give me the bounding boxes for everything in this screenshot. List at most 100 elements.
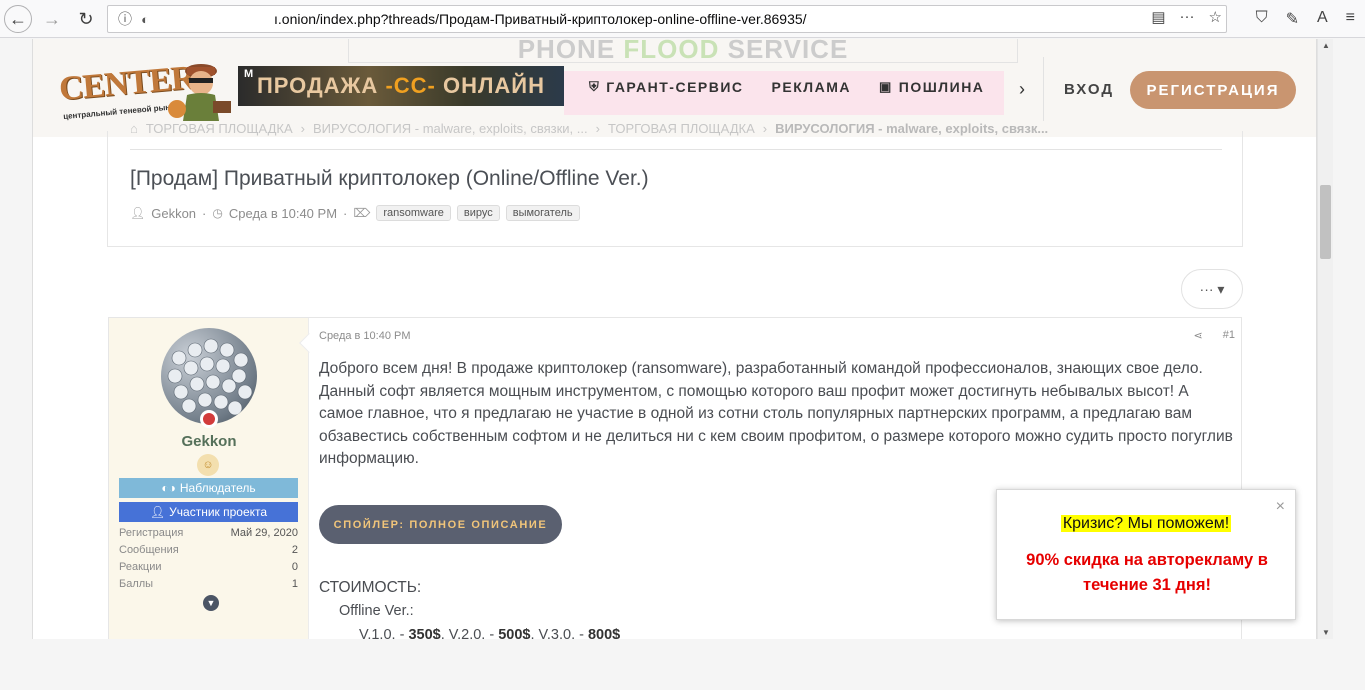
nav-label: ПОШЛИНА xyxy=(898,79,985,95)
page-actions-icon[interactable]: ··· xyxy=(1180,8,1195,26)
role-badge-observer: ◐◑ Наблюдатель xyxy=(119,478,298,498)
share-icon[interactable]: ⋖ xyxy=(1194,329,1203,342)
stat-value: 1 xyxy=(291,578,298,590)
back-arrow-icon[interactable]: ← xyxy=(4,5,32,33)
url-text[interactable]: ı.onion/index.php?threads/Продам-Приватн… xyxy=(274,11,807,27)
post-date[interactable]: Среда в 10:40 PM xyxy=(319,330,411,342)
tag[interactable]: вымогатель xyxy=(505,205,580,221)
mask-icon: ◐◑ xyxy=(161,481,176,495)
stat-row: Реакции 0 xyxy=(119,561,298,578)
popup-offer[interactable]: 90% скидка на авторекламу в течение 31 д… xyxy=(1007,548,1287,598)
login-link[interactable]: ВХОД xyxy=(1064,81,1114,98)
thread-header: [Продам] Приватный криптолокер (Online/O… xyxy=(107,131,1243,247)
clock-icon: ◷ xyxy=(212,206,223,220)
price-subheading: Offline Ver.: xyxy=(339,603,414,619)
browser-toolbar: ← → ↻ ⓘ ◐ ı.onion/index.php?threads/Прод… xyxy=(0,0,1365,38)
scrollbar[interactable]: ▲ ▼ xyxy=(1317,39,1333,639)
noscript-icon[interactable]: ✎ xyxy=(1286,9,1299,29)
page-title: [Продам] Приватный криптолокер (Online/O… xyxy=(130,167,649,190)
popup-title: Кризис? Мы поможем! xyxy=(997,515,1295,533)
banner-text: PHONE xyxy=(517,39,624,64)
post-number[interactable]: #1 xyxy=(1223,329,1235,342)
tracking-protection-icon[interactable]: ◐ xyxy=(136,12,154,27)
stat-value: 0 xyxy=(291,561,298,573)
shield-check-icon: ⛨ xyxy=(589,79,601,94)
promo-text-cc: -CC- xyxy=(385,73,436,98)
users-icon: 👤︎ xyxy=(149,505,166,519)
stat-value: 2 xyxy=(291,544,298,556)
banner-text-green: FLOOD xyxy=(623,39,720,64)
divider xyxy=(1043,57,1044,121)
ad-popup: × Кризис? Мы поможем! 90% скидка на авто… xyxy=(996,489,1296,620)
promo-mini-text: M xyxy=(244,68,254,80)
scroll-up-icon[interactable]: ▲ xyxy=(1322,41,1330,50)
reload-icon[interactable]: ↻ xyxy=(72,5,100,33)
nav-item-guarantee[interactable]: ⛨ ГАРАНТ-СЕРВИС xyxy=(589,79,744,95)
promo-text-a: ПРОДАЖА xyxy=(256,73,386,98)
post-user-info: Gekkon ☺ ◐◑ Наблюдатель 👤︎ Участник проект… xyxy=(109,318,309,639)
money-icon: ▣ xyxy=(878,79,893,94)
forward-arrow-icon[interactable]: → xyxy=(38,5,66,33)
more-options-button[interactable]: ··· ▾ xyxy=(1181,269,1243,309)
close-icon[interactable]: × xyxy=(1276,498,1285,516)
price-value: 350$ xyxy=(408,627,441,639)
role-label: Участник проекта xyxy=(169,505,268,519)
page-bottom xyxy=(0,639,1365,690)
popup-title-text: Кризис? Мы поможем! xyxy=(1060,515,1232,532)
post-actions: ⋖ #1 xyxy=(1194,329,1235,342)
promo-text: ПРОДАЖА -CC- ОНЛАЙН xyxy=(257,73,545,99)
translate-icon[interactable]: A xyxy=(1317,9,1328,29)
scroll-down-icon[interactable]: ▼ xyxy=(1322,628,1330,637)
stat-row: Сообщения 2 xyxy=(119,544,298,561)
nav-item-ads[interactable]: РЕКЛАМА xyxy=(772,79,851,95)
spoiler-button[interactable]: СПОЙЛЕР: ПОЛНОЕ ОПИСАНИЕ xyxy=(319,505,562,544)
main-nav: ⛨ ГАРАНТ-СЕРВИС РЕКЛАМА ▣ ПОШЛИНА xyxy=(589,79,984,95)
site-logo[interactable]: CENTER центральный теневой рынок xyxy=(55,57,235,127)
price-label: V.1.0. - xyxy=(359,627,409,639)
scroll-thumb[interactable] xyxy=(1320,185,1331,259)
bookmark-star-icon[interactable]: ☆ xyxy=(1209,8,1222,26)
register-button[interactable]: РЕГИСТРАЦИЯ xyxy=(1130,71,1296,109)
price-value: 500$ xyxy=(498,627,531,639)
sale-cc-banner[interactable]: M ПРОДАЖА -CC- ОНЛАЙН xyxy=(238,66,564,106)
divider xyxy=(130,149,1222,150)
thread-author[interactable]: Gekkon xyxy=(151,206,196,221)
banner-text-end: SERVICE xyxy=(719,39,849,64)
stat-label: Реакции xyxy=(119,561,162,573)
post-username[interactable]: Gekkon xyxy=(109,433,309,450)
stat-label: Регистрация xyxy=(119,527,184,539)
price-line: V.1.0. - 350$, V.2.0. - 500$, V.3.0. - 8… xyxy=(359,627,620,639)
thread-meta: 👤︎ Gekkon · ◷ Среда в 10:40 PM · ⌦ ranso… xyxy=(130,205,580,221)
stat-label: Баллы xyxy=(119,578,154,590)
user-stats: Регистрация Май 29, 2020 Сообщения 2 Реакц… xyxy=(119,527,298,595)
tags-icon: ⌦ xyxy=(353,206,371,220)
thread-date[interactable]: Среда в 10:40 PM xyxy=(229,206,337,221)
online-status-icon xyxy=(200,410,218,428)
address-bar[interactable]: ⓘ ◐ ı.onion/index.php?threads/Продам-При… xyxy=(107,5,1227,33)
stat-value: Май 29, 2020 xyxy=(230,527,298,539)
nav-label: ГАРАНТ-СЕРВИС xyxy=(606,79,744,95)
nav-next-icon[interactable]: › xyxy=(1019,79,1025,100)
tag[interactable]: ransomware xyxy=(376,205,451,221)
nav-label: РЕКЛАМА xyxy=(771,79,851,95)
user-icon: 👤︎ xyxy=(130,206,146,220)
stat-label: Сообщения xyxy=(119,544,179,556)
nav-item-fee[interactable]: ▣ ПОШЛИНА xyxy=(879,79,984,95)
stat-row: Баллы 1 xyxy=(119,578,298,595)
info-icon[interactable]: ⓘ xyxy=(114,9,136,29)
stat-row: Регистрация Май 29, 2020 xyxy=(119,527,298,544)
shield-icon[interactable]: ⛉ xyxy=(1256,9,1268,29)
flood-service-banner[interactable]: PHONE FLOOD SERVICE xyxy=(348,39,1018,64)
trophy-badge-icon[interactable]: ☺ xyxy=(197,454,219,476)
tag[interactable]: вирус xyxy=(456,205,500,221)
chevron-down-icon[interactable]: ▼ xyxy=(203,595,219,611)
promo-text-b: ОНЛАЙН xyxy=(435,73,546,98)
role-badge-member: 👤︎ Участник проекта xyxy=(119,502,298,522)
reader-view-icon[interactable]: ▤ xyxy=(1151,8,1165,26)
meta-sep: · xyxy=(202,205,207,221)
price-label: , V.2.0. - xyxy=(440,627,499,639)
price-value: 800$ xyxy=(587,627,621,639)
price-label: , V.3.0. - xyxy=(530,627,588,639)
menu-icon[interactable]: ≡ xyxy=(1346,9,1355,29)
post-text: Доброго всем дня! В продаже криптолокер … xyxy=(319,360,1233,468)
